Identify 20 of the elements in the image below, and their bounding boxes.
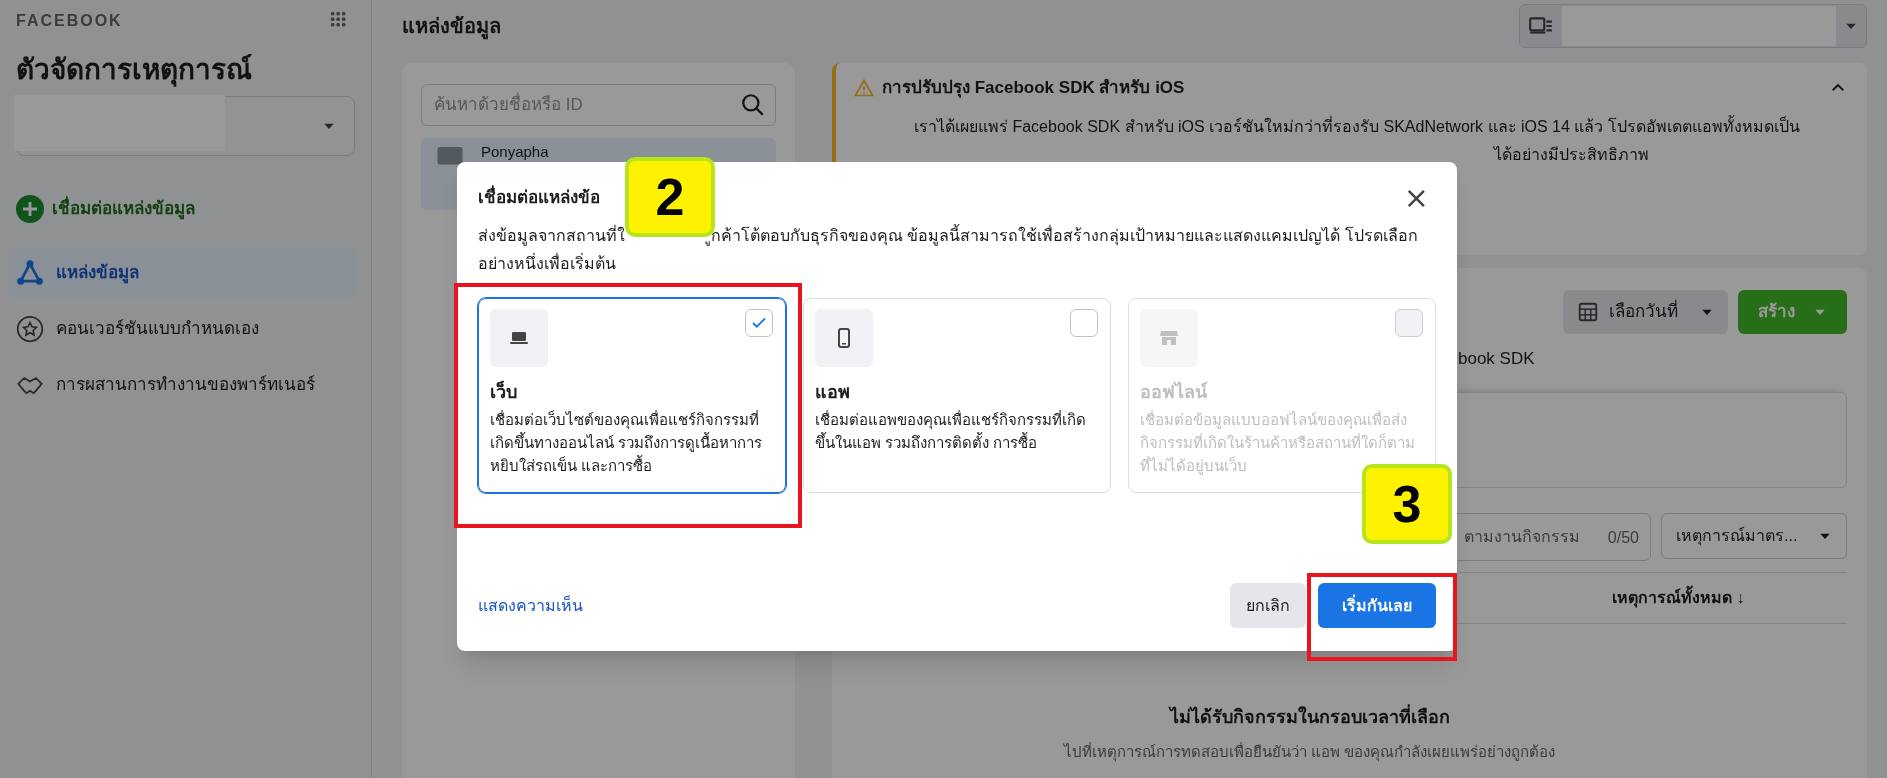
dialog-text: ูกค้าโต้ตอบกับธุรกิจของคุณ ข้อมูลนี้สามารถใช้เพื่อสร้างกลุ่มเป้าหมายและแสดงแคมเปญได้ โปรดเลือก	[703, 224, 1418, 248]
empty-state-text: ไปที่เหตุการณ์การทดสอบเพื่อยืนยันว่า แอพ ของคุณกำลังเผยแพร่อย่างถูกต้อง	[1063, 741, 1556, 763]
dialog-title: เชื่อมต่อแหล่งข้อ	[478, 185, 600, 211]
option-title: ออฟไลน์	[1140, 380, 1209, 404]
tab-label: book SDK	[1458, 348, 1536, 370]
notice-text: เราได้เผยแพร่ Facebook SDK สำหรับ iOS เวอร์ชันใหม่กว่าที่รองรับ SKAdNetwork และ iOS 14 แล้ว โปรดอัพเดตแอพทั้งหมดเป็น	[914, 114, 1801, 137]
notice-title: การปรับปรุง Facebook SDK สำหรับ iOS	[882, 77, 1185, 100]
page-title: แหล่งข้อมูล	[402, 11, 501, 41]
step-number-badge: 3	[1362, 464, 1452, 544]
option-description: เชื่อมต่อเว็บไซต์ของคุณเพื่อแชร์กิจกรรมที่เกิดขึ้นทางออนไลน์ รวมถึงการดูเนื้อหาการหยิบใส่รถเข็น และการซื้อ	[490, 409, 764, 476]
option-title: แอพ	[815, 381, 851, 404]
notice-text: ได้อย่างมีประสิทธิภาพ	[1494, 144, 1650, 165]
app-title: ตัวจัดการเหตุการณ์	[16, 53, 253, 88]
character-counter: 0/50	[1607, 527, 1639, 548]
option-description: เชื่อมต่อแอพของคุณเพื่อแชร์กิจกรรมที่เกิดขึ้นในแอพ รวมถึงการติดตั้ง การซื้อ	[815, 409, 1087, 453]
empty-state-title: ไม่ได้รับกิจกรรมในกรอบเวลาที่เลือก	[1169, 703, 1450, 729]
option-title: เว็บ	[490, 379, 518, 404]
dialog-text: ส่งข้อมูลจากสถานที่ใ	[478, 224, 625, 248]
dialog-text: อย่างหนึ่งเพื่อเริ่มต้น	[478, 252, 617, 274]
brand-logo: FACEBOOK	[16, 11, 123, 31]
